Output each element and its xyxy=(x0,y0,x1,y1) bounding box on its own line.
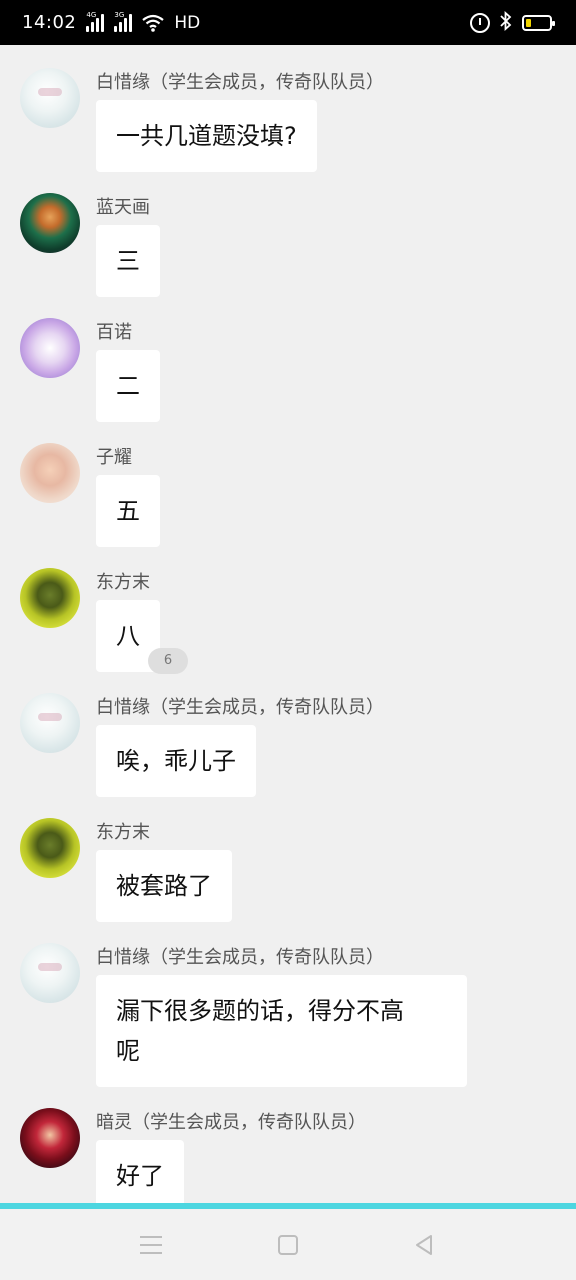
avatar-peach-face[interactable] xyxy=(20,443,80,503)
battery-icon xyxy=(522,14,555,31)
sender-name: 白惜缘（学生会成员，传奇队队员） xyxy=(96,72,384,93)
chat-message-list[interactable]: 白惜缘（学生会成员，传奇队队员） 一共几道题没填? 蓝天画 三 百诺 二 子耀 … xyxy=(0,45,576,1203)
sender-name: 白惜缘（学生会成员，传奇队队员） xyxy=(96,947,384,968)
message-bubble[interactable]: 一共几道题没填? xyxy=(96,100,317,172)
avatar-lime-character[interactable] xyxy=(20,818,80,878)
message-bubble[interactable]: 三 xyxy=(96,225,160,297)
message-line: 漏下很多题的话，得分不高 xyxy=(116,997,404,1025)
wifi-icon xyxy=(142,14,165,32)
avatar-green-character[interactable] xyxy=(20,193,80,253)
avatar-purple-sparkle[interactable] xyxy=(20,318,80,378)
message-line: 呢 xyxy=(116,1037,140,1065)
sender-name: 暗灵（学生会成员，传奇队队员） xyxy=(96,1112,366,1133)
message-bubble[interactable]: 五 xyxy=(96,475,160,547)
message-bubble[interactable]: 好了 xyxy=(96,1140,184,1203)
message-bubble[interactable]: 漏下很多题的话，得分不高 呢 xyxy=(96,975,467,1087)
message-bubble[interactable]: 二 xyxy=(96,350,160,422)
avatar-white-hair[interactable] xyxy=(20,943,80,1003)
back-icon[interactable] xyxy=(412,1233,436,1257)
bluetooth-icon xyxy=(500,10,512,35)
menu-icon[interactable] xyxy=(140,1236,164,1254)
sender-name: 东方末 xyxy=(96,572,150,593)
chat-screen: 14:02 4G 3G HD 白惜缘（学生会成员，传奇队队员） 一共几道题没填?… xyxy=(0,0,576,1280)
hd-icon: HD xyxy=(174,12,201,33)
battery-level xyxy=(526,18,531,27)
status-time: 14:02 xyxy=(22,12,77,33)
alarm-icon xyxy=(470,12,490,33)
status-bar: 14:02 4G 3G HD xyxy=(0,0,576,45)
reaction-count-badge[interactable]: 6 xyxy=(148,648,188,674)
avatar-white-hair[interactable] xyxy=(20,68,80,128)
home-icon[interactable] xyxy=(278,1235,298,1255)
avatar-white-hair[interactable] xyxy=(20,693,80,753)
sender-name: 百诺 xyxy=(96,322,132,343)
message-bubble[interactable]: 被套路了 xyxy=(96,850,232,922)
sender-name: 东方末 xyxy=(96,822,150,843)
avatar-lime-character[interactable] xyxy=(20,568,80,628)
status-left: 14:02 4G 3G HD xyxy=(22,11,201,34)
navigation-bar xyxy=(0,1209,576,1280)
sender-name: 子耀 xyxy=(96,447,132,468)
signal-4g-icon: 4G xyxy=(86,11,105,32)
status-right xyxy=(470,10,555,35)
avatar-red-character[interactable] xyxy=(20,1108,80,1168)
sender-name: 蓝天画 xyxy=(96,197,150,218)
sender-name: 白惜缘（学生会成员，传奇队队员） xyxy=(96,697,384,718)
message-bubble[interactable]: 唉，乖儿子 xyxy=(96,725,256,797)
signal-3g-icon: 3G xyxy=(114,11,133,32)
